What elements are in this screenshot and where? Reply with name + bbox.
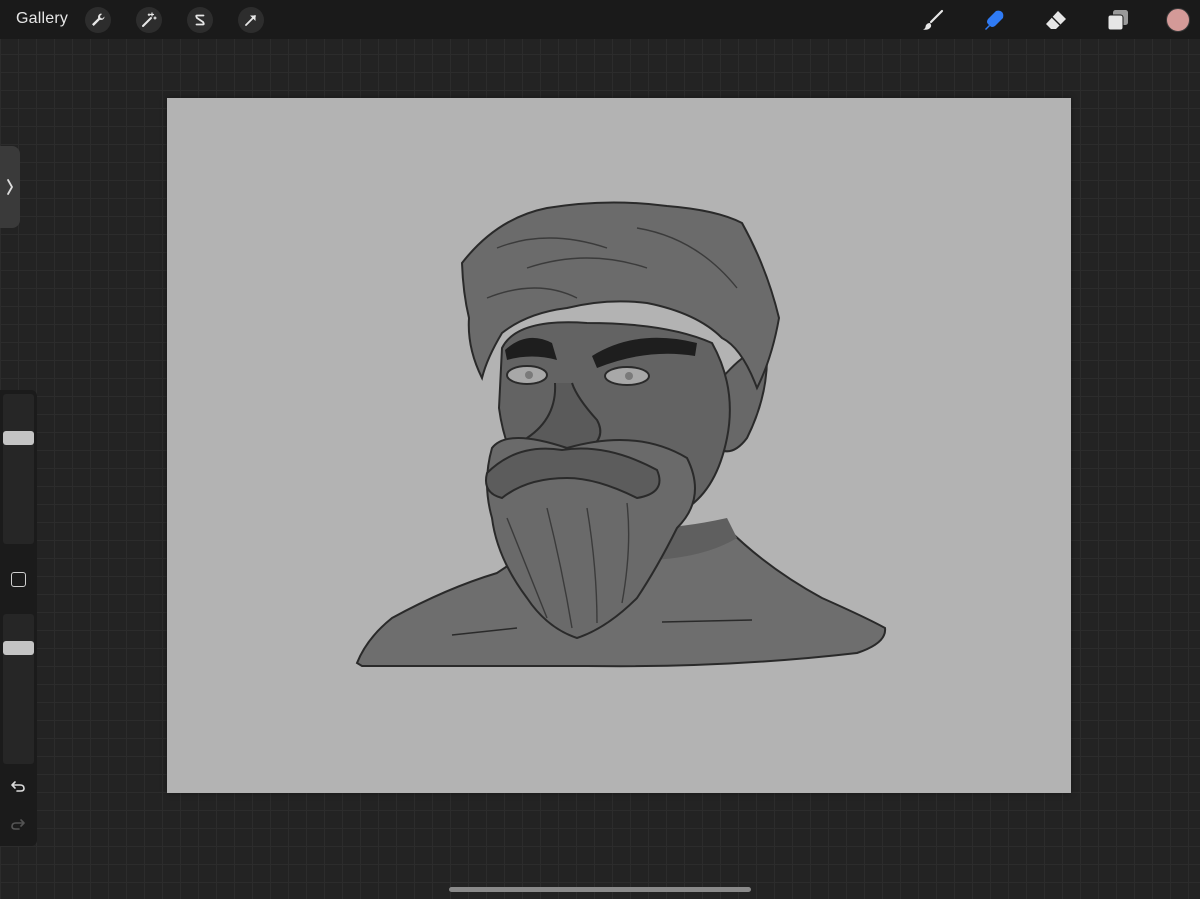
selection-icon (195, 14, 205, 26)
actions-button[interactable] (85, 7, 111, 33)
brush-tool-button[interactable] (919, 6, 947, 34)
magic-wand-icon (142, 12, 157, 27)
procreate-app: Gallery (0, 0, 1200, 899)
brush-size-slider[interactable] (3, 394, 34, 544)
modify-button[interactable] (9, 570, 27, 588)
drawing-canvas[interactable] (167, 98, 1071, 793)
transform-button[interactable] (238, 7, 264, 33)
opacity-slider-handle[interactable] (3, 641, 34, 655)
eraser-tool-button[interactable] (1042, 6, 1070, 34)
brush-size-slider-handle[interactable] (3, 431, 34, 445)
brush-icon (923, 9, 944, 30)
redo-button[interactable] (8, 814, 28, 834)
sidebar (0, 390, 37, 846)
adjustments-button[interactable] (136, 7, 162, 33)
undo-icon (11, 781, 25, 792)
smudge-icon (985, 10, 1004, 30)
square-icon (10, 571, 26, 587)
color-picker-button[interactable] (1166, 8, 1190, 32)
smudge-tool-button[interactable] (980, 6, 1008, 34)
gallery-button[interactable]: Gallery (16, 10, 68, 28)
artwork-sketch (355, 201, 887, 668)
opacity-slider[interactable] (3, 614, 34, 764)
sidebar-toggle-button[interactable] (0, 146, 20, 228)
eraser-icon (1046, 11, 1066, 29)
chevron-right-icon (7, 179, 13, 195)
layers-icon (1107, 10, 1128, 31)
layers-button[interactable] (1104, 6, 1132, 34)
undo-button[interactable] (8, 776, 28, 796)
redo-icon (11, 819, 25, 830)
selection-button[interactable] (187, 7, 213, 33)
top-toolbar: Gallery (0, 0, 1200, 39)
home-indicator[interactable] (449, 887, 751, 892)
transform-arrow-icon (245, 15, 256, 26)
wrench-icon (92, 13, 105, 26)
